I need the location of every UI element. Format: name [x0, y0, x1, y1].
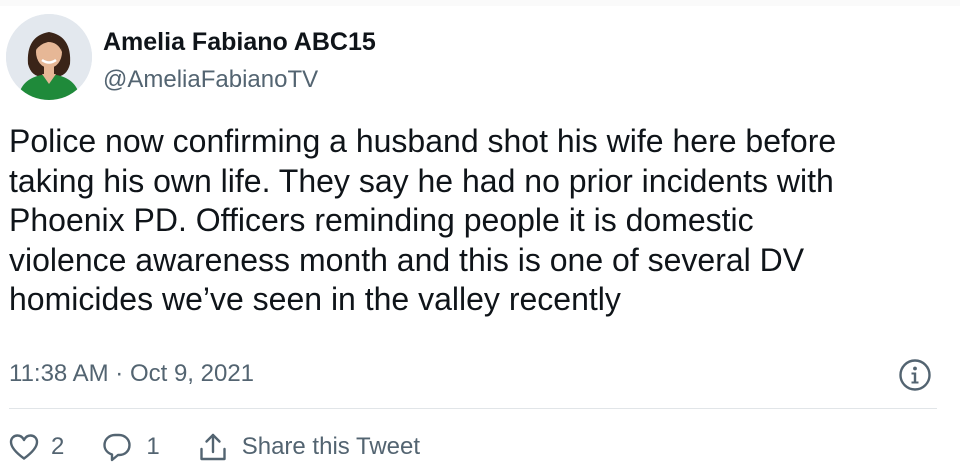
tweet-timestamp[interactable]: 11:38 AM · Oct 9, 2021	[9, 360, 254, 388]
reply-button[interactable]: 1	[102, 432, 160, 462]
divider	[9, 408, 937, 409]
author-handle[interactable]: @AmeliaFabianoTV	[103, 66, 318, 94]
tweet-card: Amelia Fabiano ABC15 @AmeliaFabianoTV Po…	[0, 0, 960, 474]
info-circle-icon[interactable]	[898, 358, 932, 392]
like-button[interactable]: 2	[9, 433, 64, 461]
tweet-text-line: Phoenix PD. Officers reminding people it…	[9, 202, 754, 238]
share-label: Share this Tweet	[241, 433, 421, 460]
action-bar: 2 1 Share this Tweet	[9, 426, 420, 468]
tweet-text-line: violence awareness month and this is one…	[9, 241, 805, 278]
heart-icon	[9, 434, 39, 460]
share-tweet-button[interactable]: Share this Tweet	[198, 432, 420, 462]
tweet-text: Police now confirming a husband shot his…	[9, 122, 954, 320]
author-display-name[interactable]: Amelia Fabiano ABC15	[103, 28, 376, 57]
avatar[interactable]	[6, 14, 92, 100]
like-count: 2	[51, 433, 65, 460]
tweet-text-line: homicides we’ve seen in the valley recen…	[9, 281, 621, 317]
share-upload-icon	[200, 433, 226, 461]
top-edge	[0, 0, 960, 6]
speech-bubble-icon	[103, 433, 132, 462]
reply-count: 1	[146, 433, 160, 460]
avatar-photo	[6, 14, 92, 100]
tweet-text-line: taking his own life. They say he had no …	[9, 162, 834, 199]
tweet-text-line: Police now confirming a husband shot his…	[9, 123, 837, 159]
